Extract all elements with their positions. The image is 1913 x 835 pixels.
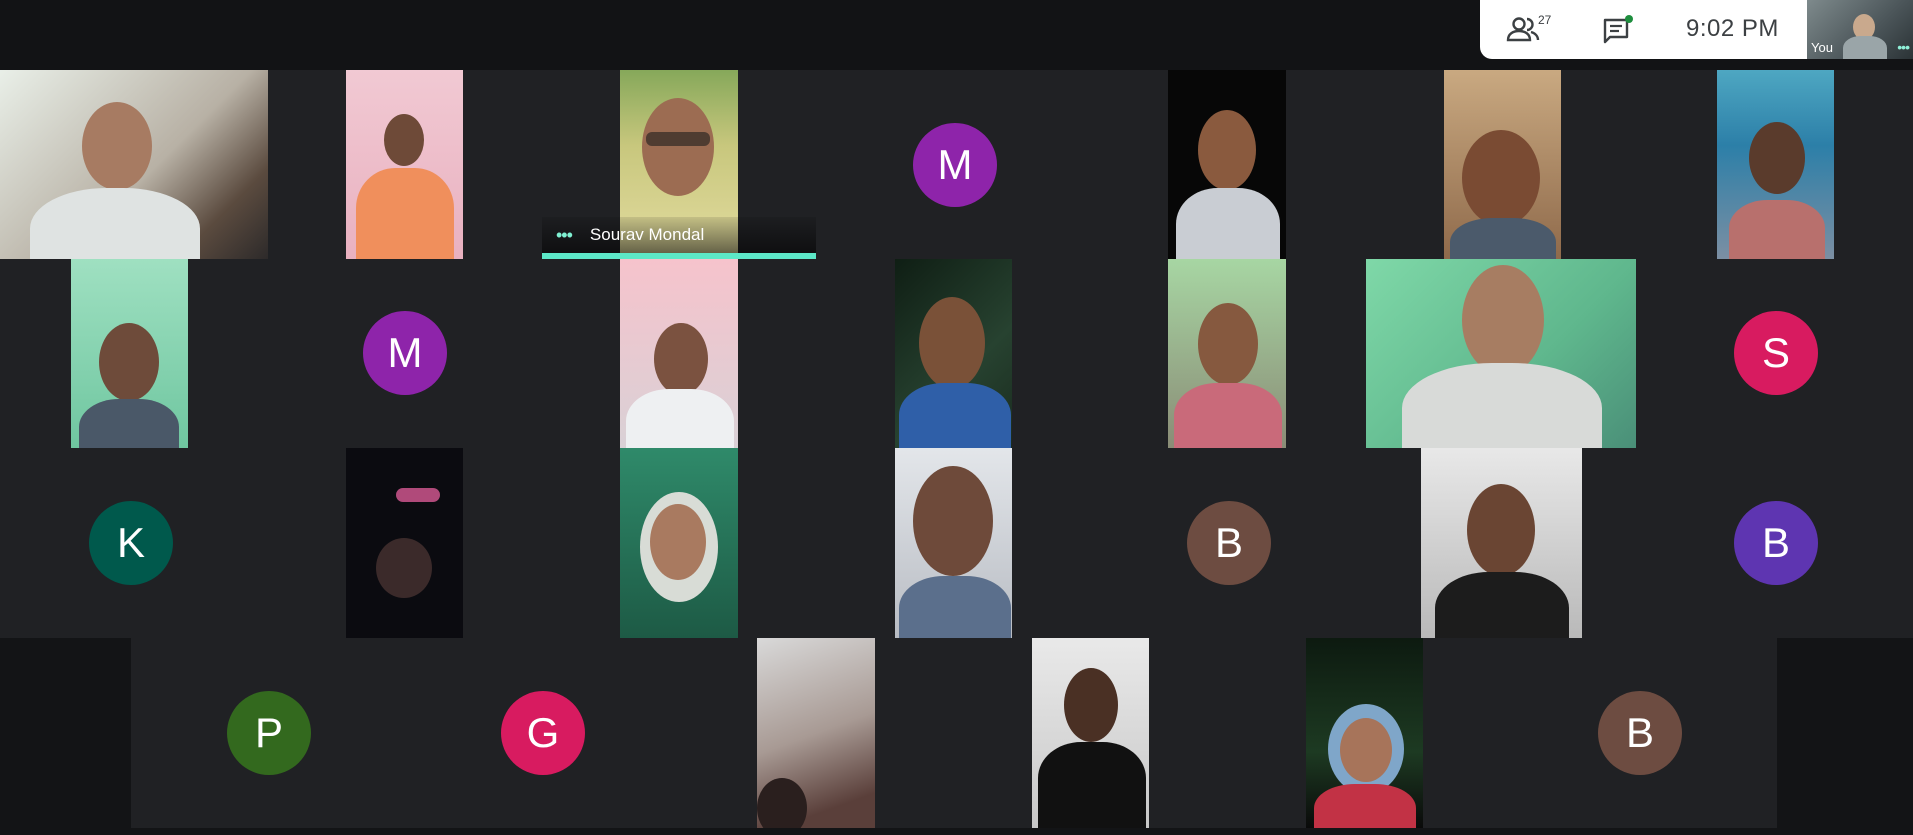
participant-tile[interactable] <box>268 70 542 259</box>
participant-tile[interactable] <box>268 448 542 638</box>
participant-tile[interactable]: M <box>268 259 542 448</box>
participant-avatar: B <box>1598 691 1682 775</box>
participant-tile[interactable]: S <box>1638 259 1913 448</box>
participant-video <box>895 259 1012 448</box>
participant-name: Sourav Mondal <box>589 225 705 244</box>
participant-avatar: B <box>1187 501 1271 585</box>
participant-tile[interactable] <box>816 259 1090 448</box>
participant-name-bar: ••• Sourav Mondal <box>542 217 816 253</box>
participant-tile-active-speaker[interactable]: ••• Sourav Mondal <box>542 70 816 259</box>
participant-avatar: M <box>363 311 447 395</box>
participant-video <box>346 70 463 259</box>
participant-tile[interactable]: M <box>816 70 1090 259</box>
participant-video <box>1421 448 1582 638</box>
participant-tile[interactable] <box>1090 259 1364 448</box>
participant-tile[interactable] <box>0 259 268 448</box>
participant-video <box>1444 70 1561 259</box>
participant-tile[interactable] <box>816 448 1090 638</box>
participant-tile[interactable] <box>1364 448 1638 638</box>
participant-video <box>1717 70 1834 259</box>
participant-video <box>1168 259 1286 448</box>
participant-video <box>757 638 875 828</box>
participant-tile[interactable] <box>0 70 268 259</box>
participant-tile[interactable] <box>679 638 953 828</box>
participant-avatar: M <box>913 123 997 207</box>
participant-tile[interactable] <box>1090 70 1364 259</box>
participant-video <box>346 448 463 638</box>
participant-tile[interactable]: P <box>131 638 405 828</box>
participant-tile[interactable] <box>542 448 816 638</box>
participant-tile[interactable]: B <box>1638 448 1913 638</box>
participant-tile[interactable]: K <box>0 448 268 638</box>
participant-tile[interactable] <box>953 638 1227 828</box>
participant-video <box>71 259 188 448</box>
participant-tile[interactable] <box>1227 638 1502 828</box>
participant-grid: ••• Sourav Mondal M M S K B B P G B <box>0 0 1913 835</box>
participant-tile[interactable] <box>542 259 816 448</box>
participant-video <box>1168 70 1286 259</box>
participant-avatar: P <box>227 691 311 775</box>
participant-video <box>1306 638 1423 828</box>
participant-avatar: K <box>89 501 173 585</box>
participant-video <box>620 259 738 448</box>
more-options-icon[interactable]: ••• <box>556 225 573 246</box>
participant-tile[interactable] <box>1364 259 1638 448</box>
participant-avatar: S <box>1734 311 1818 395</box>
participant-avatar: G <box>501 691 585 775</box>
participant-tile[interactable]: B <box>1502 638 1777 828</box>
participant-video <box>1032 638 1149 828</box>
participant-tile[interactable] <box>1364 70 1638 259</box>
participant-tile[interactable] <box>1638 70 1913 259</box>
participant-tile[interactable]: B <box>1090 448 1364 638</box>
participant-video <box>0 70 268 259</box>
participant-video <box>620 448 738 638</box>
participant-video <box>1366 259 1636 448</box>
participant-tile[interactable]: G <box>405 638 679 828</box>
participant-video <box>895 448 1012 638</box>
participant-avatar: B <box>1734 501 1818 585</box>
